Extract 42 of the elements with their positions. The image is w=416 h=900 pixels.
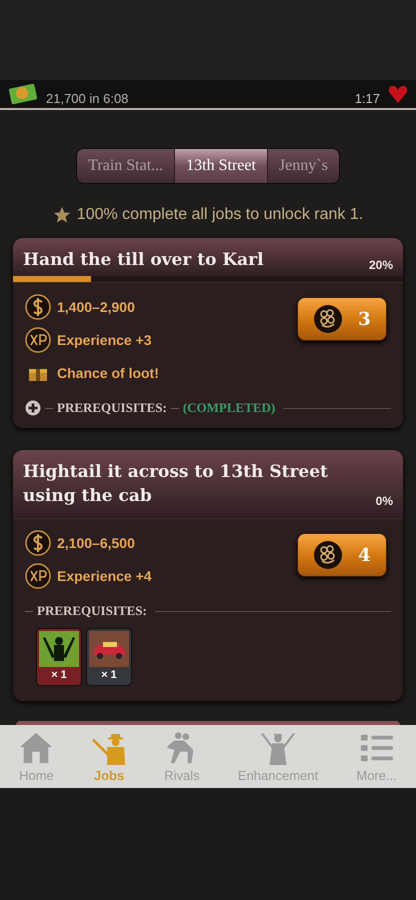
item-count: × 1 [51, 668, 67, 683]
rank-note: 100% complete all jobs to unlock rank 1. [76, 206, 364, 224]
home-icon [19, 730, 54, 764]
xp-coin-icon [25, 326, 51, 352]
reward-text: Chance of loot! [57, 364, 159, 380]
do-job-button[interactable]: 3 [297, 297, 387, 341]
nav-tab[interactable]: Rivals [164, 725, 200, 788]
gunman-icon [39, 631, 79, 667]
progress-percent: 0% [376, 494, 393, 508]
brass-knuckles-icon [313, 304, 344, 334]
income-text: 21,700 in 6:08 [46, 90, 128, 106]
do-job-button[interactable]: 4 [297, 533, 387, 577]
dollar-coin-icon [25, 294, 51, 320]
reward-text: 1,400–2,900 [57, 298, 135, 314]
brass-knuckles-icon [313, 540, 344, 570]
prerequisites-label: PREREQUISITES: [37, 603, 147, 619]
item-count: × 1 [101, 668, 117, 683]
completed-status: (COMPLETED) [182, 400, 276, 416]
location-tab[interactable]: Jenny`s [268, 149, 339, 183]
nav-tab[interactable]: Home [19, 725, 54, 788]
nav-tab[interactable]: Enhancement [238, 725, 318, 788]
xp-coin-icon [25, 562, 51, 588]
car-icon [89, 631, 129, 667]
prerequisite-item[interactable]: × 1 [37, 629, 81, 685]
prerequisites-label: PREREQUISITES: [57, 400, 167, 416]
job-title: Hightail it across to 13th Street using the cab [23, 461, 329, 508]
job-title: Hand the till over to Karl [23, 249, 264, 272]
reward-text: 2,100–6,500 [57, 534, 135, 550]
timer-text: 1:17 [354, 90, 380, 106]
reward-text: Experience +4 [57, 568, 152, 584]
nav-tab[interactable]: More... [356, 725, 397, 788]
nav-tab[interactable]: Jobs [92, 725, 126, 788]
expand-plus-icon[interactable] [25, 400, 41, 416]
prerequisite-item[interactable]: × 1 [87, 629, 131, 685]
heart-icon [388, 85, 408, 103]
armed-gangster-icon [261, 730, 296, 764]
progress-percent: 20% [368, 258, 393, 272]
dollar-coin-icon [25, 530, 51, 556]
cash-icon [8, 83, 38, 105]
location-tab[interactable]: 13th Street [175, 149, 268, 183]
reward-text: Experience +3 [57, 332, 152, 348]
star-icon [52, 206, 71, 224]
